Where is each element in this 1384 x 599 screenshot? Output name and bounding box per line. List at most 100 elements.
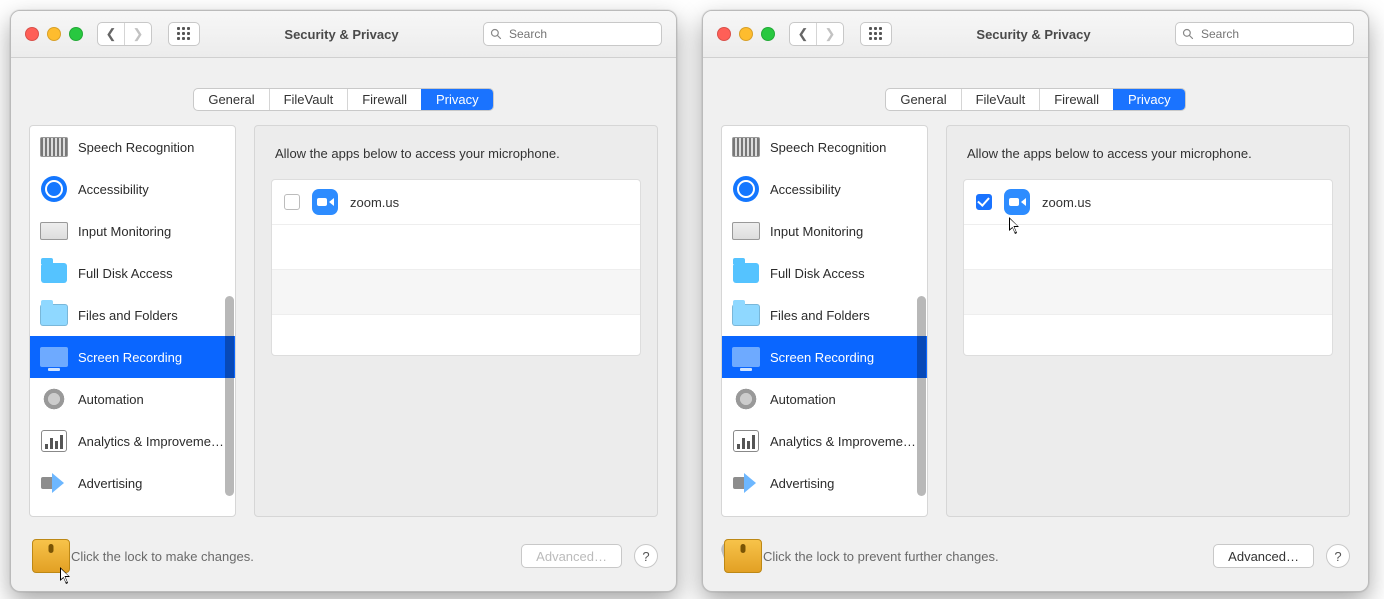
sidebar-item-label: Automation [78,392,144,407]
nav-forward-button: ❯ [816,23,843,45]
sidebar-item-screen-recording[interactable]: Screen Recording [30,336,235,378]
search-icon [490,28,502,40]
sidebar-item-input-monitoring[interactable]: Input Monitoring [722,210,927,252]
body: Speech Recognition Accessibility Input Mon… [11,125,676,531]
sidebar-item-accessibility[interactable]: Accessibility [30,168,235,210]
sidebar-item-label: Accessibility [78,182,149,197]
sidebar-item-analytics-improveme[interactable]: Analytics & Improveme… [30,420,235,462]
advanced-button: Advanced… [521,544,622,568]
sidebar-item-label: Automation [770,392,836,407]
window-title: Security & Privacy [900,27,1167,42]
sidebar-item-screen-recording[interactable]: Screen Recording [722,336,927,378]
advanced-button[interactable]: Advanced… [1213,544,1314,568]
titlebar: ❮❯ Security & Privacy [703,11,1368,58]
sidebar-item-label: Speech Recognition [78,140,194,155]
help-button[interactable]: ? [634,544,658,568]
tab-general[interactable]: General [194,89,268,110]
minimize-window-button[interactable] [739,27,753,41]
nav-forward-button: ❯ [124,23,151,45]
sidebar-item-files-and-folders[interactable]: Files and Folders [722,294,927,336]
app-name: zoom.us [1042,195,1091,210]
app-list: zoom.us [271,179,641,356]
lock-button[interactable] [721,539,751,573]
app-name: zoom.us [350,195,399,210]
tab-general[interactable]: General [886,89,960,110]
tab-firewall[interactable]: Firewall [347,89,421,110]
lock-message: Click the lock to prevent further change… [763,549,999,564]
preferences-window: ❮❯ Security & Privacy GeneralFileVaultFire… [10,10,677,592]
content-panel: Allow the apps below to access your micr… [254,125,658,517]
tab-filevault[interactable]: FileVault [269,89,348,110]
sidebar-item-speech-recognition[interactable]: Speech Recognition [30,126,235,168]
search-field[interactable] [483,22,662,46]
footer: Click the lock to prevent further change… [703,527,1368,591]
sidebar-item-label: Full Disk Access [770,266,865,281]
sidebar-item-accessibility[interactable]: Accessibility [722,168,927,210]
nav-back-button[interactable]: ❮ [790,23,816,45]
sidebar-item-label: Accessibility [770,182,841,197]
search-input[interactable] [1199,26,1358,42]
sidebar-item-full-disk-access[interactable]: Full Disk Access [30,252,235,294]
sidebar-item-label: Files and Folders [770,308,870,323]
lock-button[interactable] [29,539,59,573]
lock-message: Click the lock to make changes. [71,549,254,564]
privacy-sidebar[interactable]: Speech Recognition Accessibility Input Mon… [721,125,928,517]
tab-bar: GeneralFileVaultFirewallPrivacy [11,58,676,125]
app-icon [312,189,338,215]
search-icon [1182,28,1194,40]
sidebar-item-label: Input Monitoring [78,224,171,239]
sidebar-item-label: Screen Recording [78,350,182,365]
tab-bar: GeneralFileVaultFirewallPrivacy [703,58,1368,125]
help-button[interactable]: ? [1326,544,1350,568]
tab-firewall[interactable]: Firewall [1039,89,1113,110]
search-input[interactable] [507,26,666,42]
sidebar-item-full-disk-access[interactable]: Full Disk Access [722,252,927,294]
titlebar: ❮❯ Security & Privacy [11,11,676,58]
permission-prompt: Allow the apps below to access your micr… [275,146,637,161]
sidebar-item-automation[interactable]: Automation [30,378,235,420]
zoom-window-button[interactable] [761,27,775,41]
zoom-window-button[interactable] [69,27,83,41]
app-row: zoom.us [272,180,640,225]
footer: Click the lock to make changes. Advanced…… [11,527,676,591]
app-row: zoom.us [964,180,1332,225]
sidebar-item-speech-recognition[interactable]: Speech Recognition [722,126,927,168]
sidebar-item-automation[interactable]: Automation [722,378,927,420]
sidebar-item-label: Advertising [770,476,834,491]
tab-filevault[interactable]: FileVault [961,89,1040,110]
close-window-button[interactable] [717,27,731,41]
sidebar-item-label: Files and Folders [78,308,178,323]
window-title: Security & Privacy [208,27,475,42]
body: Speech Recognition Accessibility Input Mon… [703,125,1368,531]
app-icon [1004,189,1030,215]
sidebar-item-advertising[interactable]: Advertising [722,462,927,504]
sidebar-item-input-monitoring[interactable]: Input Monitoring [30,210,235,252]
permission-prompt: Allow the apps below to access your micr… [967,146,1329,161]
sidebar-item-label: Analytics & Improveme… [770,434,916,449]
sidebar-item-analytics-improveme[interactable]: Analytics & Improveme… [722,420,927,462]
app-checkbox[interactable] [976,194,992,210]
sidebar-item-label: Speech Recognition [770,140,886,155]
app-list: zoom.us [963,179,1333,356]
search-field[interactable] [1175,22,1354,46]
show-all-button[interactable] [168,22,200,46]
nav-back-button[interactable]: ❮ [98,23,124,45]
privacy-sidebar[interactable]: Speech Recognition Accessibility Input Mon… [29,125,236,517]
content-panel: Allow the apps below to access your micr… [946,125,1350,517]
tab-privacy[interactable]: Privacy [421,89,493,110]
close-window-button[interactable] [25,27,39,41]
app-checkbox[interactable] [284,194,300,210]
sidebar-item-label: Full Disk Access [78,266,173,281]
sidebar-item-label: Input Monitoring [770,224,863,239]
scrollbar-thumb[interactable] [917,296,926,496]
scrollbar-thumb[interactable] [225,296,234,496]
minimize-window-button[interactable] [47,27,61,41]
tab-privacy[interactable]: Privacy [1113,89,1185,110]
show-all-button[interactable] [860,22,892,46]
sidebar-item-files-and-folders[interactable]: Files and Folders [30,294,235,336]
sidebar-item-label: Advertising [78,476,142,491]
sidebar-item-advertising[interactable]: Advertising [30,462,235,504]
sidebar-item-label: Analytics & Improveme… [78,434,224,449]
preferences-window: ❮❯ Security & Privacy GeneralFileVaultFire… [702,10,1369,592]
sidebar-item-label: Screen Recording [770,350,874,365]
